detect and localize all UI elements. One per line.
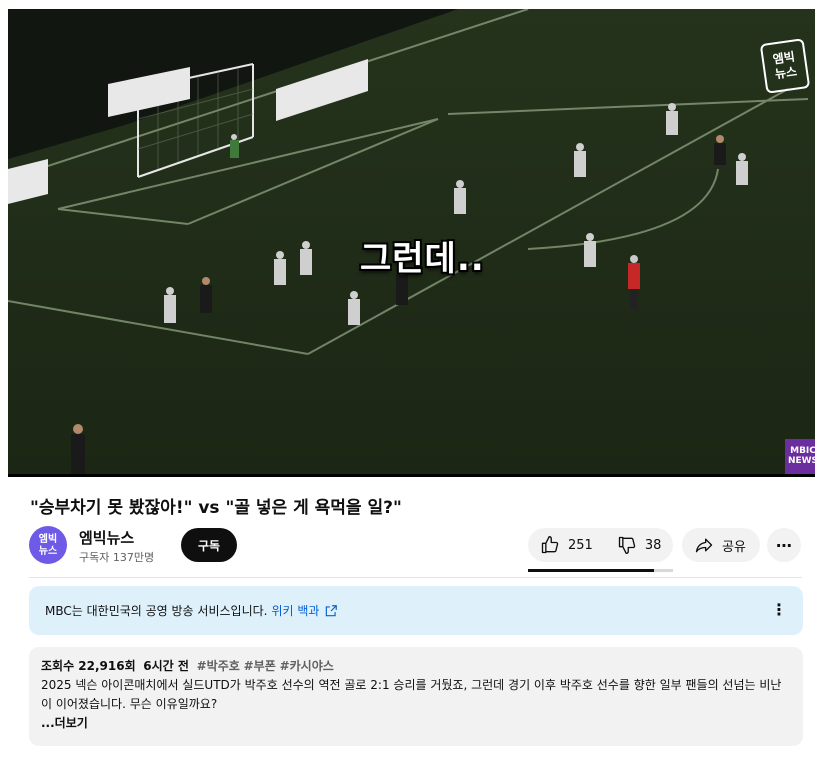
share-icon [695, 538, 713, 553]
video-title: "승부차기 못 봤잖아!" vs "골 넣은 게 욕먹을 일?" [30, 498, 402, 518]
description-meta: 조회수 22,916회 6시간 전 #박주호 #부폰 #카시야스 [41, 657, 791, 676]
subscribe-button[interactable]: 구독 [181, 528, 237, 562]
like-button[interactable]: 251 [528, 528, 605, 562]
upload-time: 6시간 전 [143, 659, 189, 673]
channel-avatar[interactable]: 엠빅 뉴스 [29, 526, 67, 564]
info-panel: MBC는 대한민국의 공영 방송 서비스입니다. 위키 백과 ⋮ [29, 586, 803, 635]
divider [29, 577, 802, 578]
dislike-count: 38 [644, 537, 662, 553]
description-box[interactable]: 조회수 22,916회 6시간 전 #박주호 #부폰 #카시야스 2025 넥슨… [29, 647, 803, 746]
hashtag-link[interactable]: #박주호 [197, 659, 240, 673]
dislike-button[interactable]: 38 [605, 528, 674, 562]
info-panel-text: MBC는 대한민국의 공영 방송 서비스입니다. [45, 604, 268, 618]
wiki-link[interactable]: 위키 백과 [271, 602, 319, 619]
more-actions-button[interactable]: ⋯ [767, 528, 801, 562]
like-ratio-bar [528, 569, 673, 572]
channel-name[interactable]: 엠빅뉴스 [79, 527, 134, 548]
external-link-icon[interactable] [324, 604, 338, 618]
branding-watermark[interactable]: MBIC NEWS [785, 439, 815, 475]
subscriber-count: 구독자 137만명 [79, 551, 155, 564]
share-label: 공유 [722, 539, 746, 555]
branding-line-1: MBIC [790, 446, 815, 456]
hashtag-link[interactable]: #카시야스 [280, 659, 334, 673]
share-button[interactable]: 공유 [682, 528, 760, 562]
like-count: 251 [568, 537, 593, 553]
view-count: 조회수 22,916회 [41, 659, 136, 673]
show-more-link[interactable]: ...더보기 [41, 714, 791, 733]
like-dislike-group: 251 38 [528, 528, 673, 562]
branding-line-2: NEWS [787, 456, 815, 466]
hashtag-link[interactable]: #부폰 [244, 659, 276, 673]
video-player[interactable]: 그런데.. 엠빅 뉴스 MBIC NEWS [8, 9, 815, 477]
avatar-line-2: 뉴스 [38, 546, 58, 557]
description-text: 2025 넥슨 아이콘매치에서 실드UTD가 박주호 선수의 역전 골로 2:1… [41, 678, 782, 711]
video-progress-bar[interactable] [8, 474, 815, 477]
info-panel-menu-icon[interactable]: ⋮ [771, 600, 787, 619]
video-caption: 그런데.. [360, 239, 485, 279]
thumbs-up-icon [541, 536, 559, 554]
avatar-line-1: 엠빅 [38, 534, 58, 545]
more-icon: ⋯ [776, 535, 792, 555]
thumbs-down-icon [618, 536, 636, 554]
like-ratio-fill [528, 569, 655, 572]
channel-watermark-logo: 엠빅 뉴스 [759, 38, 811, 94]
